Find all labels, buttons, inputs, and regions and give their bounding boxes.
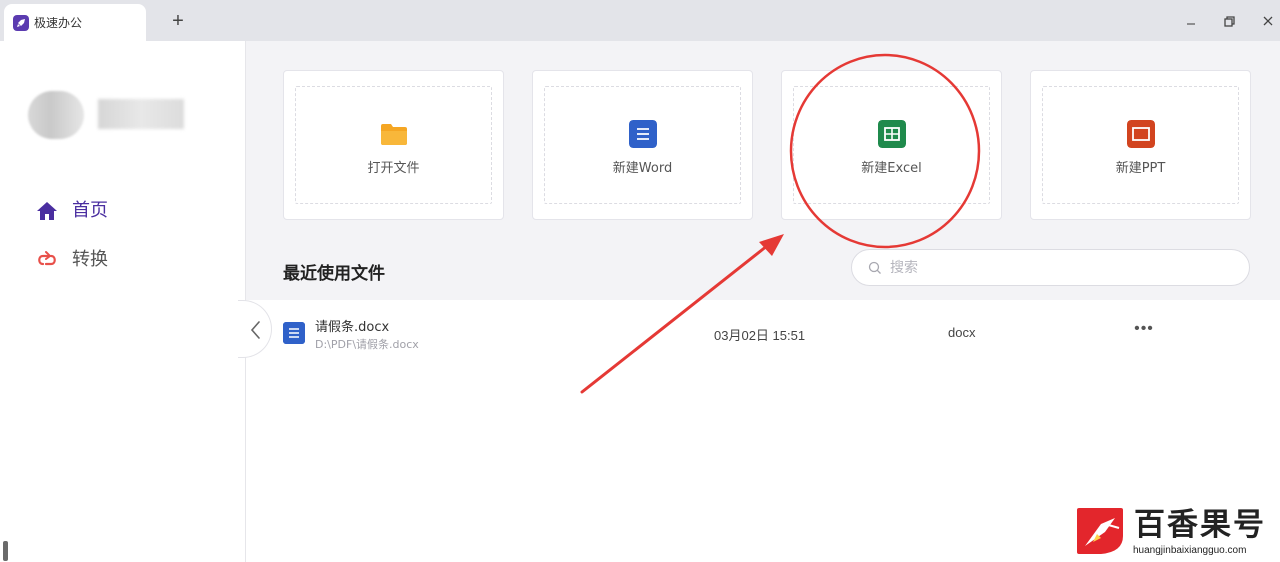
new-tab-button[interactable]: +: [168, 11, 188, 31]
new-ppt-card[interactable]: 新建PPT: [1030, 70, 1251, 220]
file-type: docx: [948, 325, 976, 340]
convert-icon: [38, 251, 56, 266]
restore-button[interactable]: [1220, 12, 1238, 30]
app-tab[interactable]: 极速办公: [4, 4, 146, 41]
rocket-logo-icon: [13, 15, 29, 31]
watermark-logo-icon: [1077, 508, 1123, 554]
excel-sheet-icon: [877, 120, 906, 148]
watermark-title: 百香果号: [1134, 507, 1266, 543]
table-row[interactable]: 请假条.docx D:\PDF\请假条.docx 03月02日 15:51 do…: [246, 310, 1280, 356]
folder-icon: [380, 124, 407, 145]
open-file-card[interactable]: 打开文件: [283, 70, 504, 220]
card-label: 新建Excel: [861, 161, 922, 176]
watermark-url: huangjinbaixiangguo.com: [1133, 545, 1247, 556]
chevron-left-icon: [250, 321, 260, 339]
new-word-card[interactable]: 新建Word: [532, 70, 753, 220]
file-path: D:\PDF\请假条.docx: [315, 338, 419, 351]
sidebar-item-label: 首页: [72, 200, 108, 221]
search-icon: [868, 261, 881, 274]
tab-title: 极速办公: [34, 16, 83, 30]
sidebar: 首页 转换: [0, 41, 246, 562]
minimize-button[interactable]: [1182, 12, 1200, 30]
more-options-button[interactable]: •••: [1133, 321, 1155, 338]
card-label: 新建Word: [612, 161, 673, 176]
search-box[interactable]: [851, 249, 1250, 286]
search-input[interactable]: [890, 258, 1230, 278]
new-excel-card[interactable]: 新建Excel: [781, 70, 1002, 220]
ppt-slide-icon: [1126, 120, 1155, 148]
close-icon: [1263, 16, 1273, 26]
word-doc-icon: [283, 322, 305, 344]
file-date: 03月02日 15:51: [714, 328, 806, 343]
avatar[interactable]: [28, 91, 84, 139]
restore-icon: [1224, 16, 1235, 27]
card-label: 打开文件: [367, 161, 420, 176]
file-name: 请假条.docx: [315, 320, 390, 335]
close-button[interactable]: [1259, 12, 1277, 30]
sidebar-item-home[interactable]: 首页: [36, 195, 216, 225]
sidebar-item-label: 转换: [72, 249, 108, 270]
user-name-blurred: [98, 99, 184, 129]
sidebar-item-convert[interactable]: 转换: [36, 244, 216, 274]
card-label: 新建PPT: [1115, 161, 1166, 176]
minimize-icon: [1187, 23, 1195, 25]
title-bar: 极速办公 +: [0, 0, 1280, 41]
home-icon: [37, 202, 57, 220]
collapse-sidebar-button[interactable]: [238, 300, 272, 358]
main-panel: 打开文件 新建Word 新建Excel 新建PPT 最近使用文件 搜索 请假条.…: [246, 41, 1280, 562]
recent-files-title: 最近使用文件: [283, 264, 385, 284]
word-doc-icon: [628, 120, 657, 148]
sidebar-indicator: [3, 541, 8, 561]
